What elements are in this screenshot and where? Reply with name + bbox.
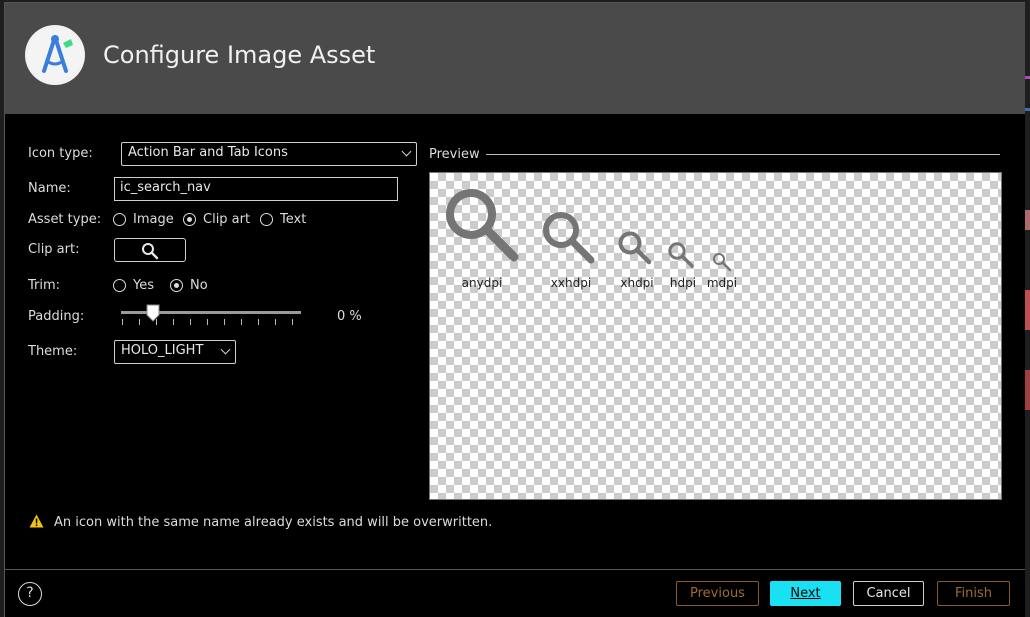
density-label-xxhdpi: xxhdpi (550, 276, 592, 290)
asset-type-image-radio[interactable] (113, 213, 126, 226)
density-label-anydpi: anydpi (461, 276, 503, 290)
icon-type-dropdown[interactable]: Action Bar and Tab Icons (121, 142, 417, 166)
density-label-mdpi: mdpi (706, 276, 738, 290)
next-button[interactable]: Next (770, 581, 841, 606)
theme-value: HOLO_LIGHT (121, 343, 204, 358)
padding-value: 0 % (337, 309, 362, 324)
preview-divider (486, 154, 1000, 155)
search-icon (142, 243, 159, 260)
slider-tick (207, 319, 208, 325)
preview-search-icon-hdpi (668, 242, 694, 268)
padding-label: Padding: (28, 309, 85, 324)
previous-button[interactable]: Previous (676, 581, 759, 606)
cancel-button[interactable]: Cancel (853, 581, 924, 606)
icon-type-value: Action Bar and Tab Icons (128, 145, 288, 160)
chevron-down-icon (401, 146, 412, 157)
warning-message: An icon with the same name already exist… (54, 515, 493, 530)
help-button[interactable]: ? (18, 582, 42, 606)
asset-type-clipart-label[interactable]: Clip art (203, 212, 250, 227)
finish-button[interactable]: Finish (937, 581, 1010, 606)
configure-image-asset-dialog: Configure Image Asset Icon type: Action … (4, 2, 1025, 617)
slider-tick (258, 319, 259, 325)
clip-art-label: Clip art: (28, 242, 80, 257)
trim-label: Trim: (28, 278, 61, 293)
asset-type-image-label[interactable]: Image (133, 212, 174, 227)
slider-tick (275, 319, 276, 325)
dialog-title: Configure Image Asset (103, 41, 376, 69)
dialog-header: Configure Image Asset (5, 3, 1025, 114)
slider-tick (173, 319, 174, 325)
slider-tick (241, 319, 242, 325)
trim-yes-label[interactable]: Yes (133, 278, 154, 293)
preview-search-icon-mdpi (713, 253, 732, 272)
clip-art-button[interactable] (114, 238, 186, 262)
asset-type-text-radio[interactable] (260, 213, 273, 226)
android-studio-logo-icon (25, 25, 85, 85)
slider-tick (190, 319, 191, 325)
footer-divider (5, 569, 1025, 570)
preview-search-icon-anydpi (446, 189, 519, 262)
slider-tick (224, 319, 225, 325)
slider-tick (122, 319, 123, 325)
asset-type-clipart-radio[interactable] (183, 213, 196, 226)
theme-dropdown[interactable]: HOLO_LIGHT (114, 340, 236, 364)
name-label: Name: (28, 181, 71, 196)
icon-type-label: Icon type: (28, 146, 93, 161)
preview-canvas: anydpi xxhdpi xhdpi hdpi mdpi (429, 172, 1002, 500)
name-input[interactable]: ic_search_nav (114, 177, 398, 201)
slider-thumb[interactable] (146, 304, 160, 322)
warning-icon (29, 514, 44, 528)
preview-search-icon-xxhdpi (543, 212, 595, 264)
theme-label: Theme: (28, 344, 78, 359)
preview-label: Preview (429, 147, 480, 162)
trim-yes-radio[interactable] (113, 279, 126, 292)
asset-type-text-label[interactable]: Text (280, 212, 306, 227)
chevron-down-icon (220, 344, 231, 355)
background-window-edge (1025, 60, 1030, 460)
preview-search-icon-xhdpi (618, 231, 652, 265)
trim-no-radio[interactable] (170, 279, 183, 292)
trim-no-label[interactable]: No (190, 278, 208, 293)
slider-tick (139, 319, 140, 325)
asset-type-label: Asset type: (28, 212, 102, 227)
slider-tick (292, 319, 293, 325)
